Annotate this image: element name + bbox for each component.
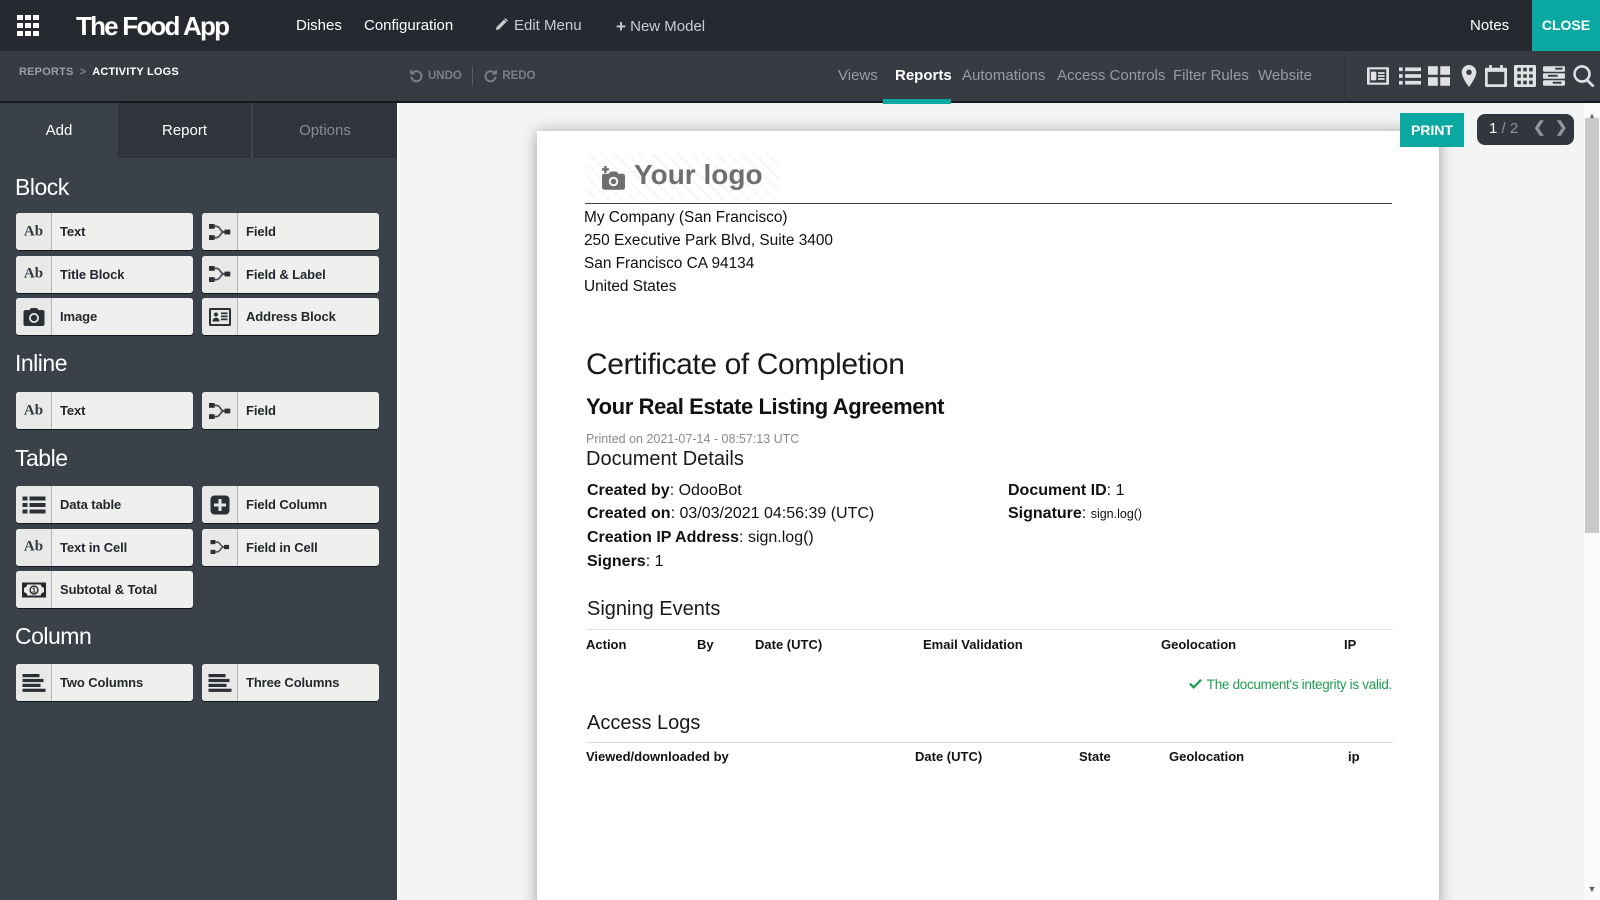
svg-text:1: 1: [32, 587, 36, 594]
